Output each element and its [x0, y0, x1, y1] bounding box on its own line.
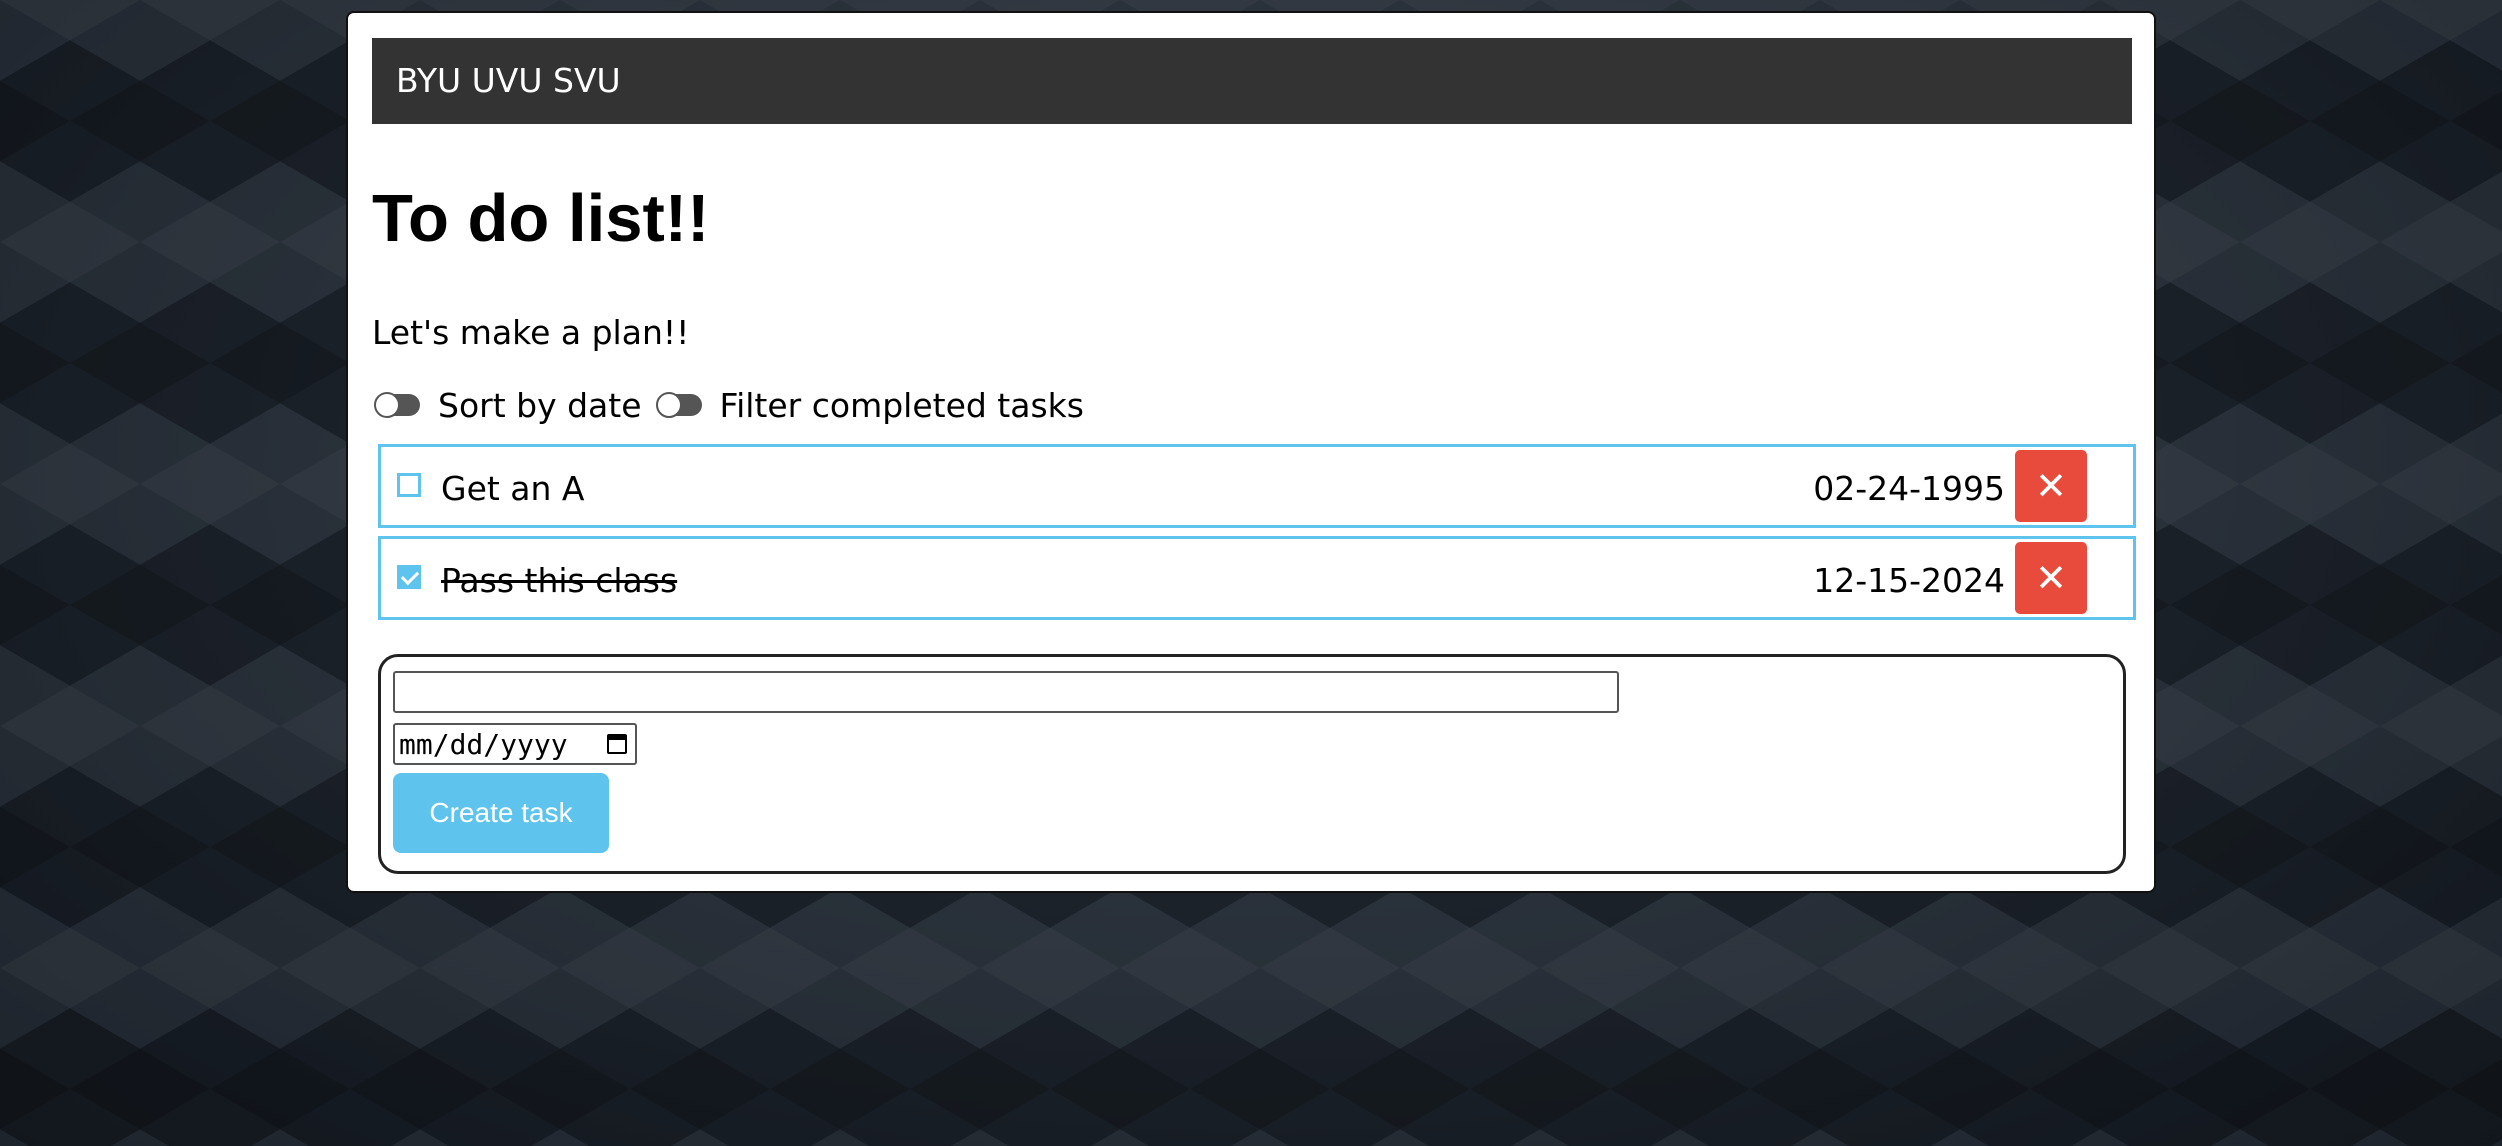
task-name: Get an A: [441, 469, 585, 508]
sort-by-date-label: Sort by date: [438, 385, 642, 425]
close-icon: ✕: [2035, 464, 2067, 508]
toggle-knob: [655, 392, 682, 418]
page-title: To do list!!: [372, 181, 710, 256]
task-name: Pass this class: [441, 561, 678, 600]
create-task-form: mm/dd/yyyy Create task: [378, 654, 2126, 874]
task-checkbox[interactable]: [397, 473, 421, 497]
task-checkbox[interactable]: [397, 565, 421, 589]
task-item: Get an A 02-24-1995 ✕: [378, 444, 2136, 528]
delete-task-button[interactable]: ✕: [2015, 450, 2087, 522]
calendar-icon[interactable]: [607, 734, 627, 754]
task-date-input[interactable]: mm/dd/yyyy: [393, 723, 637, 765]
todo-card: BYU UVU SVU To do list!! Let's make a pl…: [346, 11, 2156, 893]
filter-completed-toggle[interactable]: [655, 392, 702, 418]
create-task-button[interactable]: Create task: [393, 773, 609, 853]
toggle-knob: [374, 392, 400, 418]
navbar-brand[interactable]: BYU UVU SVU: [396, 61, 621, 100]
task-item: Pass this class 12-15-2024 ✕: [378, 536, 2136, 620]
sort-by-date-toggle[interactable]: [374, 392, 420, 418]
close-icon: ✕: [2035, 556, 2067, 600]
task-controls: Sort by date Filter completed tasks: [374, 383, 1100, 427]
task-date: 02-24-1995: [1813, 469, 2005, 508]
page-subtitle: Let's make a plan!!: [372, 313, 690, 352]
date-placeholder: mm/dd/yyyy: [399, 727, 568, 761]
filter-completed-label: Filter completed tasks: [719, 385, 1084, 425]
navbar: BYU UVU SVU: [372, 38, 2132, 124]
delete-task-button[interactable]: ✕: [2015, 542, 2087, 614]
task-date: 12-15-2024: [1813, 561, 2005, 600]
task-name-input[interactable]: [393, 671, 1619, 713]
